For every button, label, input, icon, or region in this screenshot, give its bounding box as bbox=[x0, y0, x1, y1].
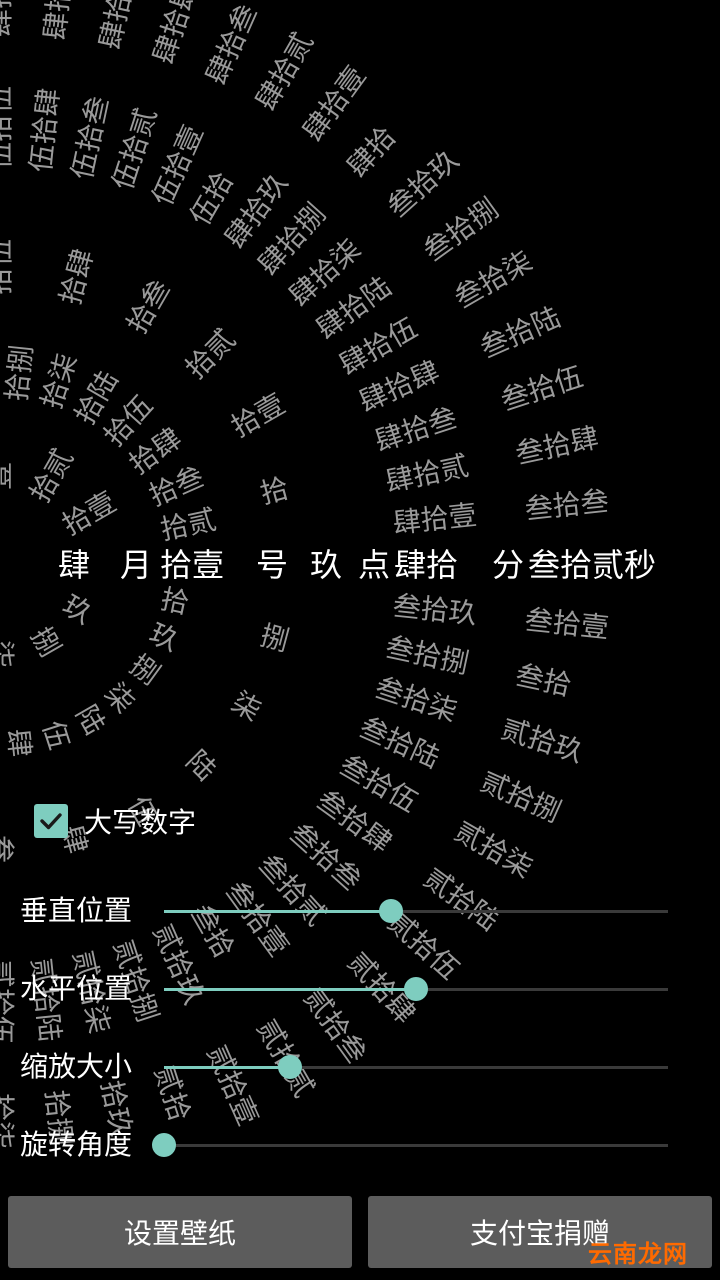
rotation-angle-slider-row: 旋转角度 bbox=[0, 1125, 720, 1165]
set-wallpaper-button[interactable]: 设置壁纸 bbox=[8, 1196, 352, 1268]
month-ring-label: 壹 bbox=[0, 462, 16, 490]
month-ring-label: 玖 bbox=[56, 587, 98, 631]
month-ring-label: 拾贰 bbox=[22, 443, 80, 509]
day-ring-label: 伍 bbox=[35, 716, 76, 754]
vertical-position-slider-row: 垂直位置 bbox=[0, 891, 720, 931]
second-ring-label: 肆拾陆 bbox=[38, 0, 80, 42]
second-ring-label: 肆拾贰 bbox=[249, 26, 320, 116]
current-hour-unit: 点 bbox=[358, 546, 391, 584]
second-ring-label: 叁拾伍 bbox=[496, 359, 588, 418]
minute-ring-label: 伍拾伍 bbox=[0, 85, 16, 170]
day-ring-label: 捌 bbox=[124, 648, 167, 692]
current-minute-unit: 分 bbox=[492, 546, 525, 584]
second-ring-label: 肆拾伍 bbox=[93, 0, 143, 52]
current-second-unit: 秒 bbox=[624, 546, 657, 584]
month-ring-label: 拾壹 bbox=[56, 484, 122, 542]
horizontal-position-slider[interactable] bbox=[164, 977, 668, 1001]
hour-ring-label: 捌 bbox=[256, 618, 293, 658]
minute-ring-label: 伍拾叁 bbox=[65, 92, 116, 182]
second-ring-label: 叁拾肆 bbox=[512, 421, 602, 471]
second-ring-label: 叁拾柒 bbox=[448, 244, 539, 315]
minute-ring-label: 肆拾壹 bbox=[391, 498, 479, 540]
second-ring-label: 肆拾柒 bbox=[0, 0, 16, 37]
hour-ring-label: 拾肆 bbox=[53, 245, 100, 309]
scale-size-label: 缩放大小 bbox=[20, 1050, 133, 1083]
day-ring-label: 玖 bbox=[144, 616, 184, 659]
minute-ring-label: 肆拾叁 bbox=[370, 400, 461, 459]
uppercase-numbers-checkbox[interactable]: 大写数字 bbox=[34, 801, 196, 841]
second-ring-label: 叁拾壹 bbox=[523, 603, 611, 645]
current-day-value: 拾壹 bbox=[160, 546, 225, 584]
scale-size-slider-row: 缩放大小 bbox=[0, 1047, 720, 1087]
watermark-logo: 云南龙网 bbox=[588, 1240, 688, 1268]
day-ring-label: 拾贰 bbox=[157, 502, 220, 547]
slider-fill bbox=[164, 1066, 290, 1069]
hour-ring-label: 拾伍 bbox=[0, 238, 16, 295]
day-ring-label: 柒 bbox=[98, 676, 142, 720]
second-ring-label: 叁拾捌 bbox=[417, 191, 505, 268]
hour-ring-label: 拾壹 bbox=[225, 387, 291, 444]
day-ring-label: 陆 bbox=[68, 699, 112, 741]
second-ring-label: 肆拾 bbox=[340, 119, 403, 184]
hour-ring-label: 拾贰 bbox=[178, 322, 242, 386]
hour-ring-label: 柒 bbox=[225, 685, 267, 728]
second-ring-label: 叁拾叁 bbox=[523, 484, 611, 526]
rotation-angle-slider[interactable] bbox=[152, 1133, 668, 1157]
hour-ring-label: 陆 bbox=[179, 743, 223, 788]
second-ring-label: 肆拾壹 bbox=[296, 59, 373, 148]
hour-ring-label: 拾 bbox=[256, 471, 292, 511]
slider-thumb[interactable] bbox=[378, 899, 403, 923]
second-ring-label: 贰拾柒 bbox=[449, 814, 539, 885]
minute-ring-label: 叁拾玖 bbox=[391, 589, 479, 631]
current-minute-value: 肆拾 bbox=[394, 546, 459, 584]
minute-ring-label: 伍拾肆 bbox=[24, 86, 66, 174]
day-ring-label: 拾捌 bbox=[0, 343, 40, 403]
day-ring-label: 拾 bbox=[158, 582, 193, 621]
hour-ring-label: 拾叁 bbox=[120, 274, 177, 340]
scale-size-slider[interactable] bbox=[164, 1055, 668, 1079]
uppercase-numbers-label: 大写数字 bbox=[84, 806, 197, 839]
minute-ring-label: 肆拾贰 bbox=[382, 448, 472, 499]
current-day-unit: 号 bbox=[256, 546, 289, 584]
slider-fill bbox=[164, 910, 391, 913]
current-second-value: 叁拾贰 bbox=[528, 546, 625, 584]
second-ring-label: 肆拾叁 bbox=[199, 0, 264, 90]
horizontal-position-slider-row: 水平位置 bbox=[0, 969, 720, 1009]
second-ring-label: 叁拾玖 bbox=[380, 142, 466, 224]
current-month-value: 肆 bbox=[58, 546, 91, 584]
polar-clock: 拾壹拾贰壹贰叁肆伍陆柒捌玖拾贰拾叁拾肆拾伍拾陆拾柒拾捌拾玖贰拾贰拾壹贰拾贰贰拾叁… bbox=[0, 0, 720, 1280]
slider-thumb[interactable] bbox=[152, 1133, 176, 1157]
minute-ring-label: 叁拾捌 bbox=[383, 630, 473, 681]
current-month-unit: 月 bbox=[120, 546, 153, 584]
horizontal-position-label: 水平位置 bbox=[20, 972, 133, 1005]
second-ring-label: 叁拾 bbox=[513, 658, 575, 703]
current-hour-value: 玖 bbox=[310, 546, 343, 584]
slider-thumb[interactable] bbox=[278, 1055, 302, 1079]
vertical-position-label: 垂直位置 bbox=[20, 894, 133, 927]
second-ring-label: 贰拾捌 bbox=[475, 764, 567, 829]
vertical-position-slider[interactable] bbox=[164, 899, 668, 923]
slider-fill bbox=[164, 988, 416, 991]
rotation-angle-label: 旋转角度 bbox=[20, 1128, 133, 1161]
second-ring-label: 贰拾玖 bbox=[497, 711, 588, 770]
current-time-row: 肆 月 拾壹 号 玖 点 肆拾 分 叁拾贰 秒 bbox=[0, 545, 720, 585]
second-ring-label: 肆拾肆 bbox=[146, 0, 205, 68]
slider-thumb[interactable] bbox=[404, 977, 428, 1001]
checkbox-checked-icon[interactable] bbox=[34, 804, 68, 838]
second-ring-label: 叁拾陆 bbox=[475, 300, 566, 365]
